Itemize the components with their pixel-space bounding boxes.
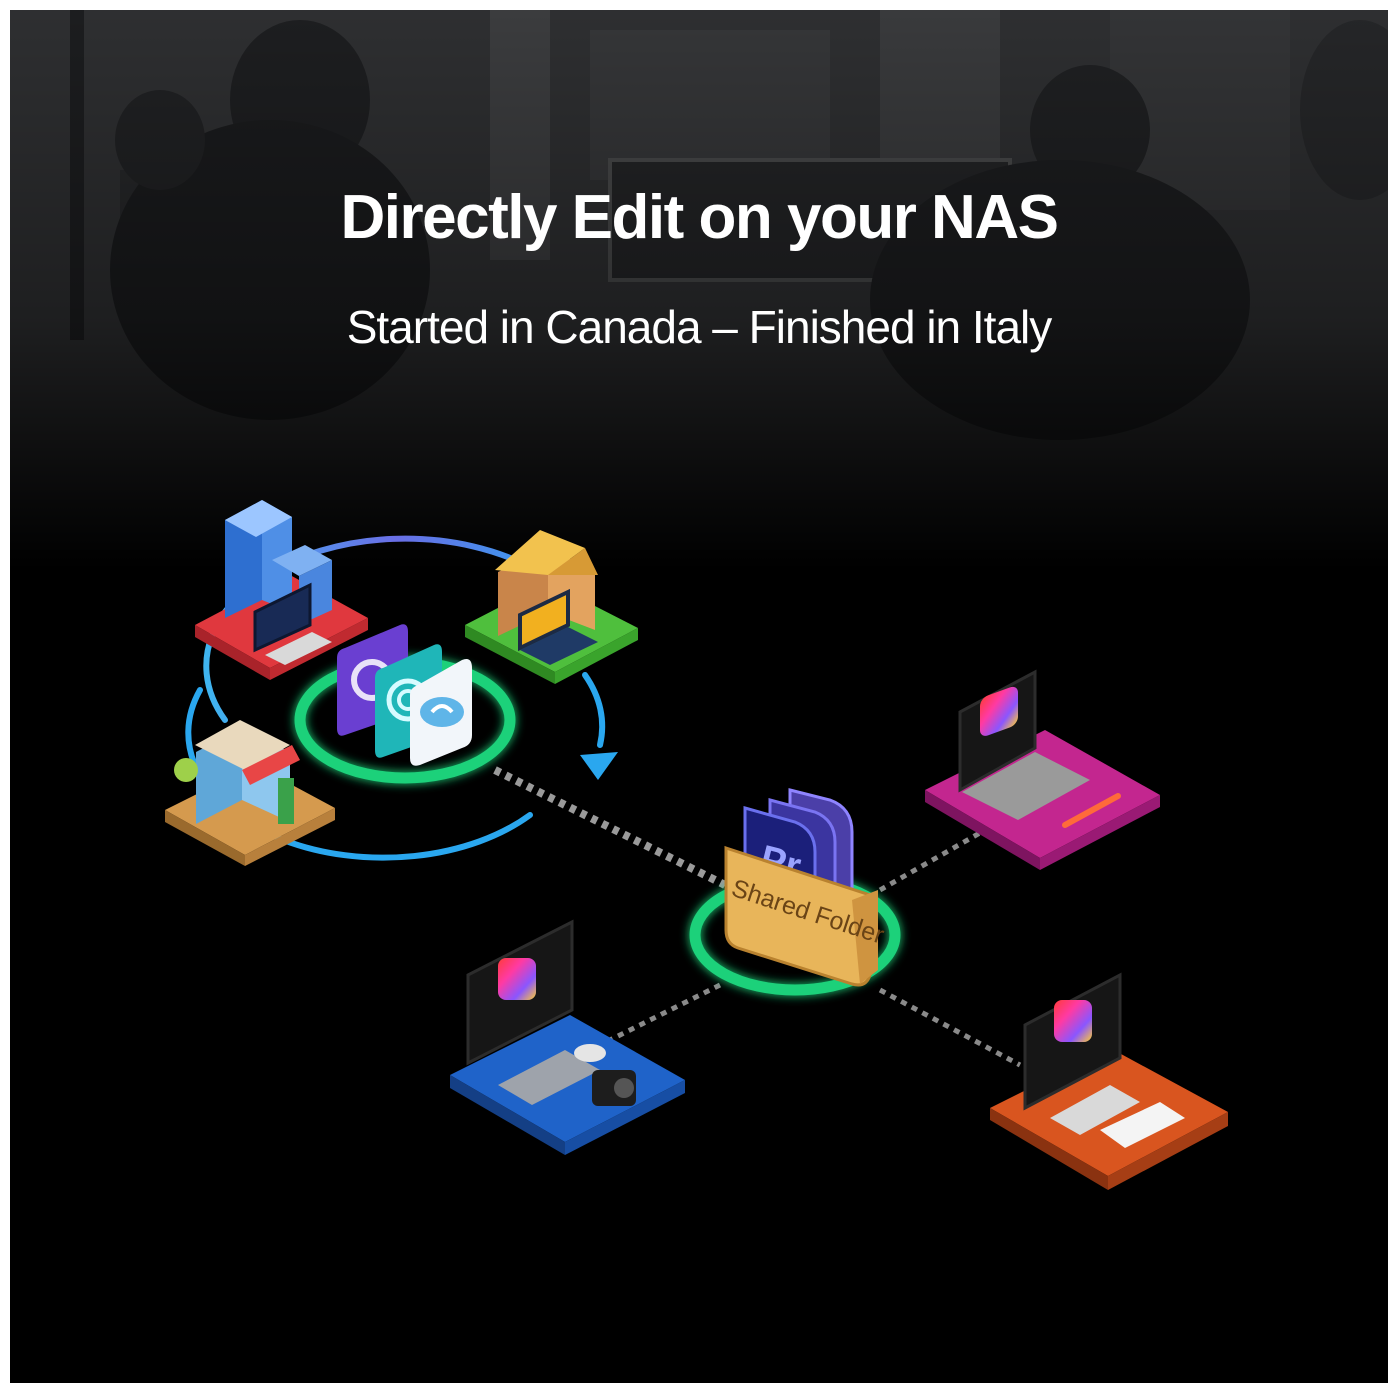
store-tree <box>174 758 198 782</box>
sync-app-icons <box>337 624 472 766</box>
orange-imac-desk <box>990 972 1228 1190</box>
creative-cloud-icon <box>1054 1000 1092 1042</box>
hub-to-folder-link <box>493 766 727 889</box>
sync-network-diagram: Pr Shared Folder <box>165 500 1228 1190</box>
mouse <box>574 1044 606 1062</box>
folder-to-pink-desk-link <box>878 827 987 893</box>
blue-imac-desk <box>450 919 685 1155</box>
sync-arrowhead-icon <box>580 752 618 780</box>
sync-arc-right <box>582 672 606 748</box>
pink-laptop-desk <box>925 669 1160 870</box>
slide-frame: Directly Edit on your NAS Started in Can… <box>10 10 1388 1383</box>
folder-to-blue-desk-link <box>598 982 722 1048</box>
folder-to-orange-desk-link <box>878 987 1022 1068</box>
shared-folder-hub: Pr Shared Folder <box>689 788 901 996</box>
creative-cloud-icon <box>498 958 536 1000</box>
